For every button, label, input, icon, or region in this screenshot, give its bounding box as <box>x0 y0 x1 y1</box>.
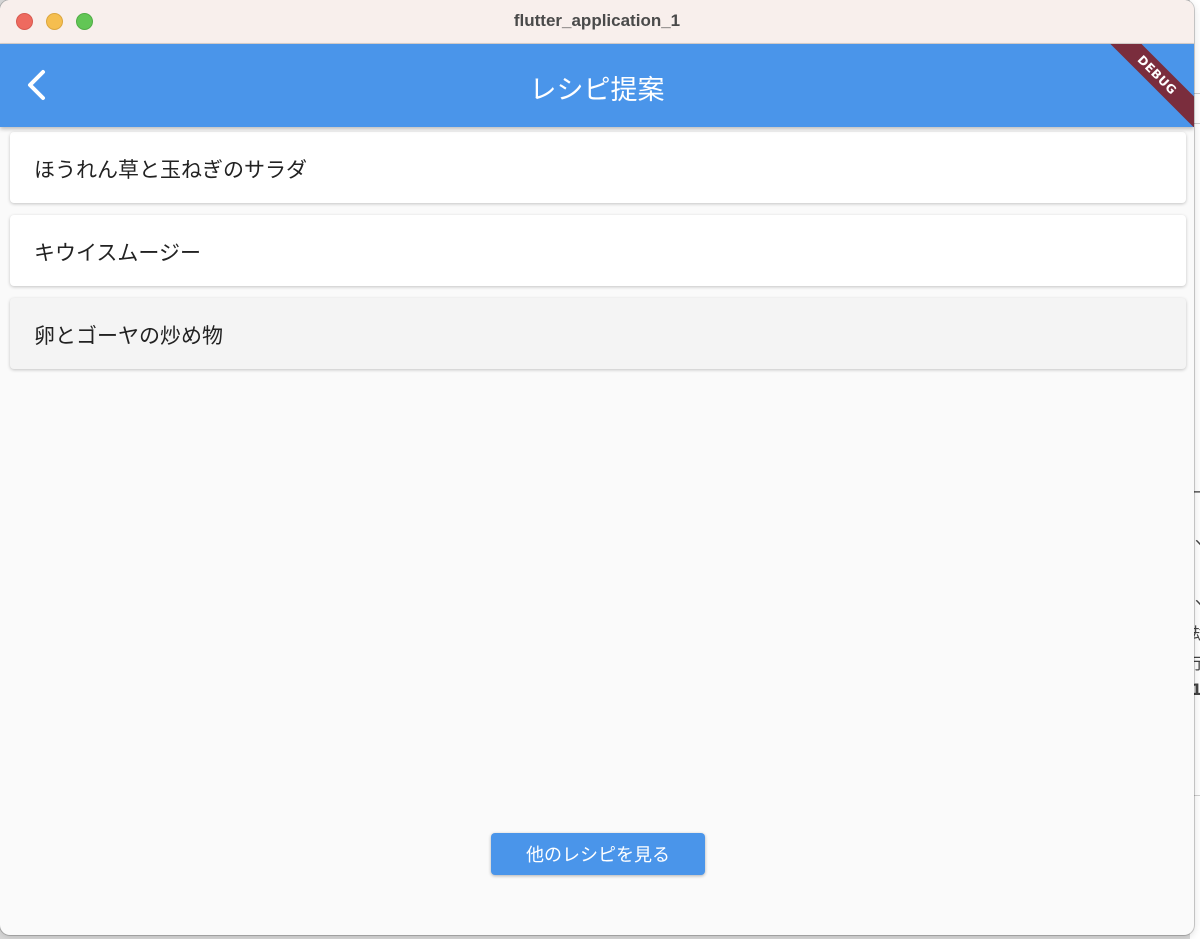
recipe-item-spinach-onion-salad[interactable]: ほうれん草と玉ねぎのサラダ <box>10 132 1186 203</box>
page-title: レシピ提案 <box>529 75 665 106</box>
recipe-item-kiwi-smoothie[interactable]: キウイスムージー <box>10 215 1186 286</box>
window-titlebar[interactable]: flutter_application_1 <box>0 0 1194 44</box>
app-window: flutter_application_1 レシピ提案 DEBUG ほうれん草と… <box>0 0 1194 935</box>
recipe-item-label: ほうれん草と玉ねぎのサラダ <box>34 158 307 182</box>
recipe-item-egg-goya-stirfry[interactable]: 卵とゴーヤの炒め物 <box>10 298 1186 369</box>
recipe-item-label: キウイスムージー <box>34 241 201 265</box>
recipe-list: ほうれん草と玉ねぎのサラダ キウイスムージー 卵とゴーヤの炒め物 <box>10 132 1186 381</box>
more-recipes-button[interactable]: 他のレシピを見る <box>491 833 705 875</box>
recipe-item-label: 卵とゴーヤの炒め物 <box>34 324 223 348</box>
window-title: flutter_application_1 <box>513 11 681 30</box>
app-bar: レシピ提案 DEBUG <box>0 44 1194 127</box>
